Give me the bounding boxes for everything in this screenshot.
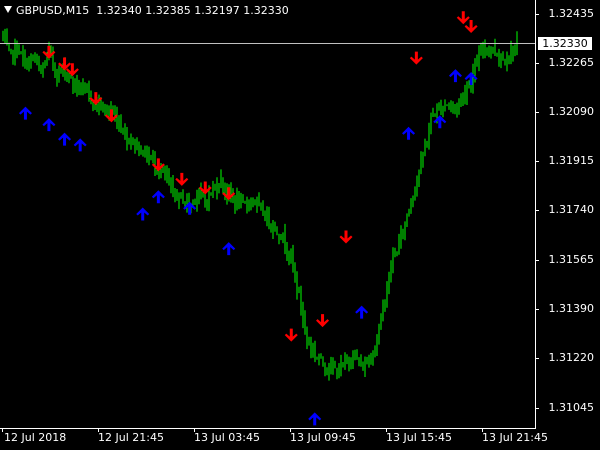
price-axis-label: 1.31220 (548, 351, 595, 364)
current-price-badge: 1.32330 (538, 37, 592, 50)
price-axis-label: 1.32435 (548, 7, 595, 20)
buy-arrow-icon (355, 305, 369, 319)
chart-window[interactable]: GBPUSD,M15 1.32340 1.32385 1.32197 1.323… (0, 0, 600, 450)
price-axis-label: 1.31390 (548, 302, 595, 315)
buy-arrow-icon (433, 115, 447, 129)
candles-group (2, 28, 518, 381)
price-chart[interactable] (0, 0, 600, 450)
time-axis-label: 12 Jul 2018 (4, 431, 67, 444)
sell-arrow-icon (339, 230, 353, 244)
buy-arrow-icon (151, 190, 165, 204)
time-axis-label: 13 Jul 21:45 (482, 431, 548, 444)
sell-arrow-icon (175, 172, 189, 186)
symbol-name: GBPUSD,M15 (16, 4, 90, 17)
buy-arrow-icon (73, 138, 87, 152)
high-price: 1.32385 (145, 4, 191, 17)
buy-arrow-icon (136, 207, 150, 221)
price-axis-label: 1.31740 (548, 203, 595, 216)
sell-arrow-icon (58, 57, 72, 71)
sell-arrow-icon (409, 51, 423, 65)
time-axis-label: 13 Jul 03:45 (194, 431, 260, 444)
buy-arrow-icon (448, 69, 462, 83)
time-axis-label: 13 Jul 15:45 (386, 431, 452, 444)
sell-arrow-icon (316, 314, 330, 328)
price-axis-label: 1.31565 (548, 253, 595, 266)
price-axis-label: 1.32265 (548, 56, 595, 69)
sell-arrow-icon (456, 11, 470, 25)
buy-arrow-icon (308, 412, 322, 426)
close-price: 1.32330 (243, 4, 289, 17)
price-axis-label: 1.31915 (548, 154, 595, 167)
low-price: 1.32197 (194, 4, 240, 17)
signals-group (18, 11, 478, 426)
buy-arrow-icon (222, 242, 236, 256)
price-axis-label: 1.31045 (548, 401, 595, 414)
time-axis-label: 13 Jul 09:45 (290, 431, 356, 444)
buy-arrow-icon (402, 126, 416, 140)
symbol-header: GBPUSD,M15 1.32340 1.32385 1.32197 1.323… (4, 4, 289, 18)
price-axis-label: 1.32090 (548, 105, 595, 118)
sell-arrow-icon (464, 19, 478, 33)
sell-arrow-icon (284, 328, 298, 342)
buy-arrow-icon (58, 132, 72, 146)
chevron-down-icon[interactable] (4, 6, 12, 13)
open-price: 1.32340 (96, 4, 142, 17)
buy-arrow-icon (42, 118, 56, 132)
time-axis-label: 12 Jul 21:45 (98, 431, 164, 444)
buy-arrow-icon (18, 106, 32, 120)
